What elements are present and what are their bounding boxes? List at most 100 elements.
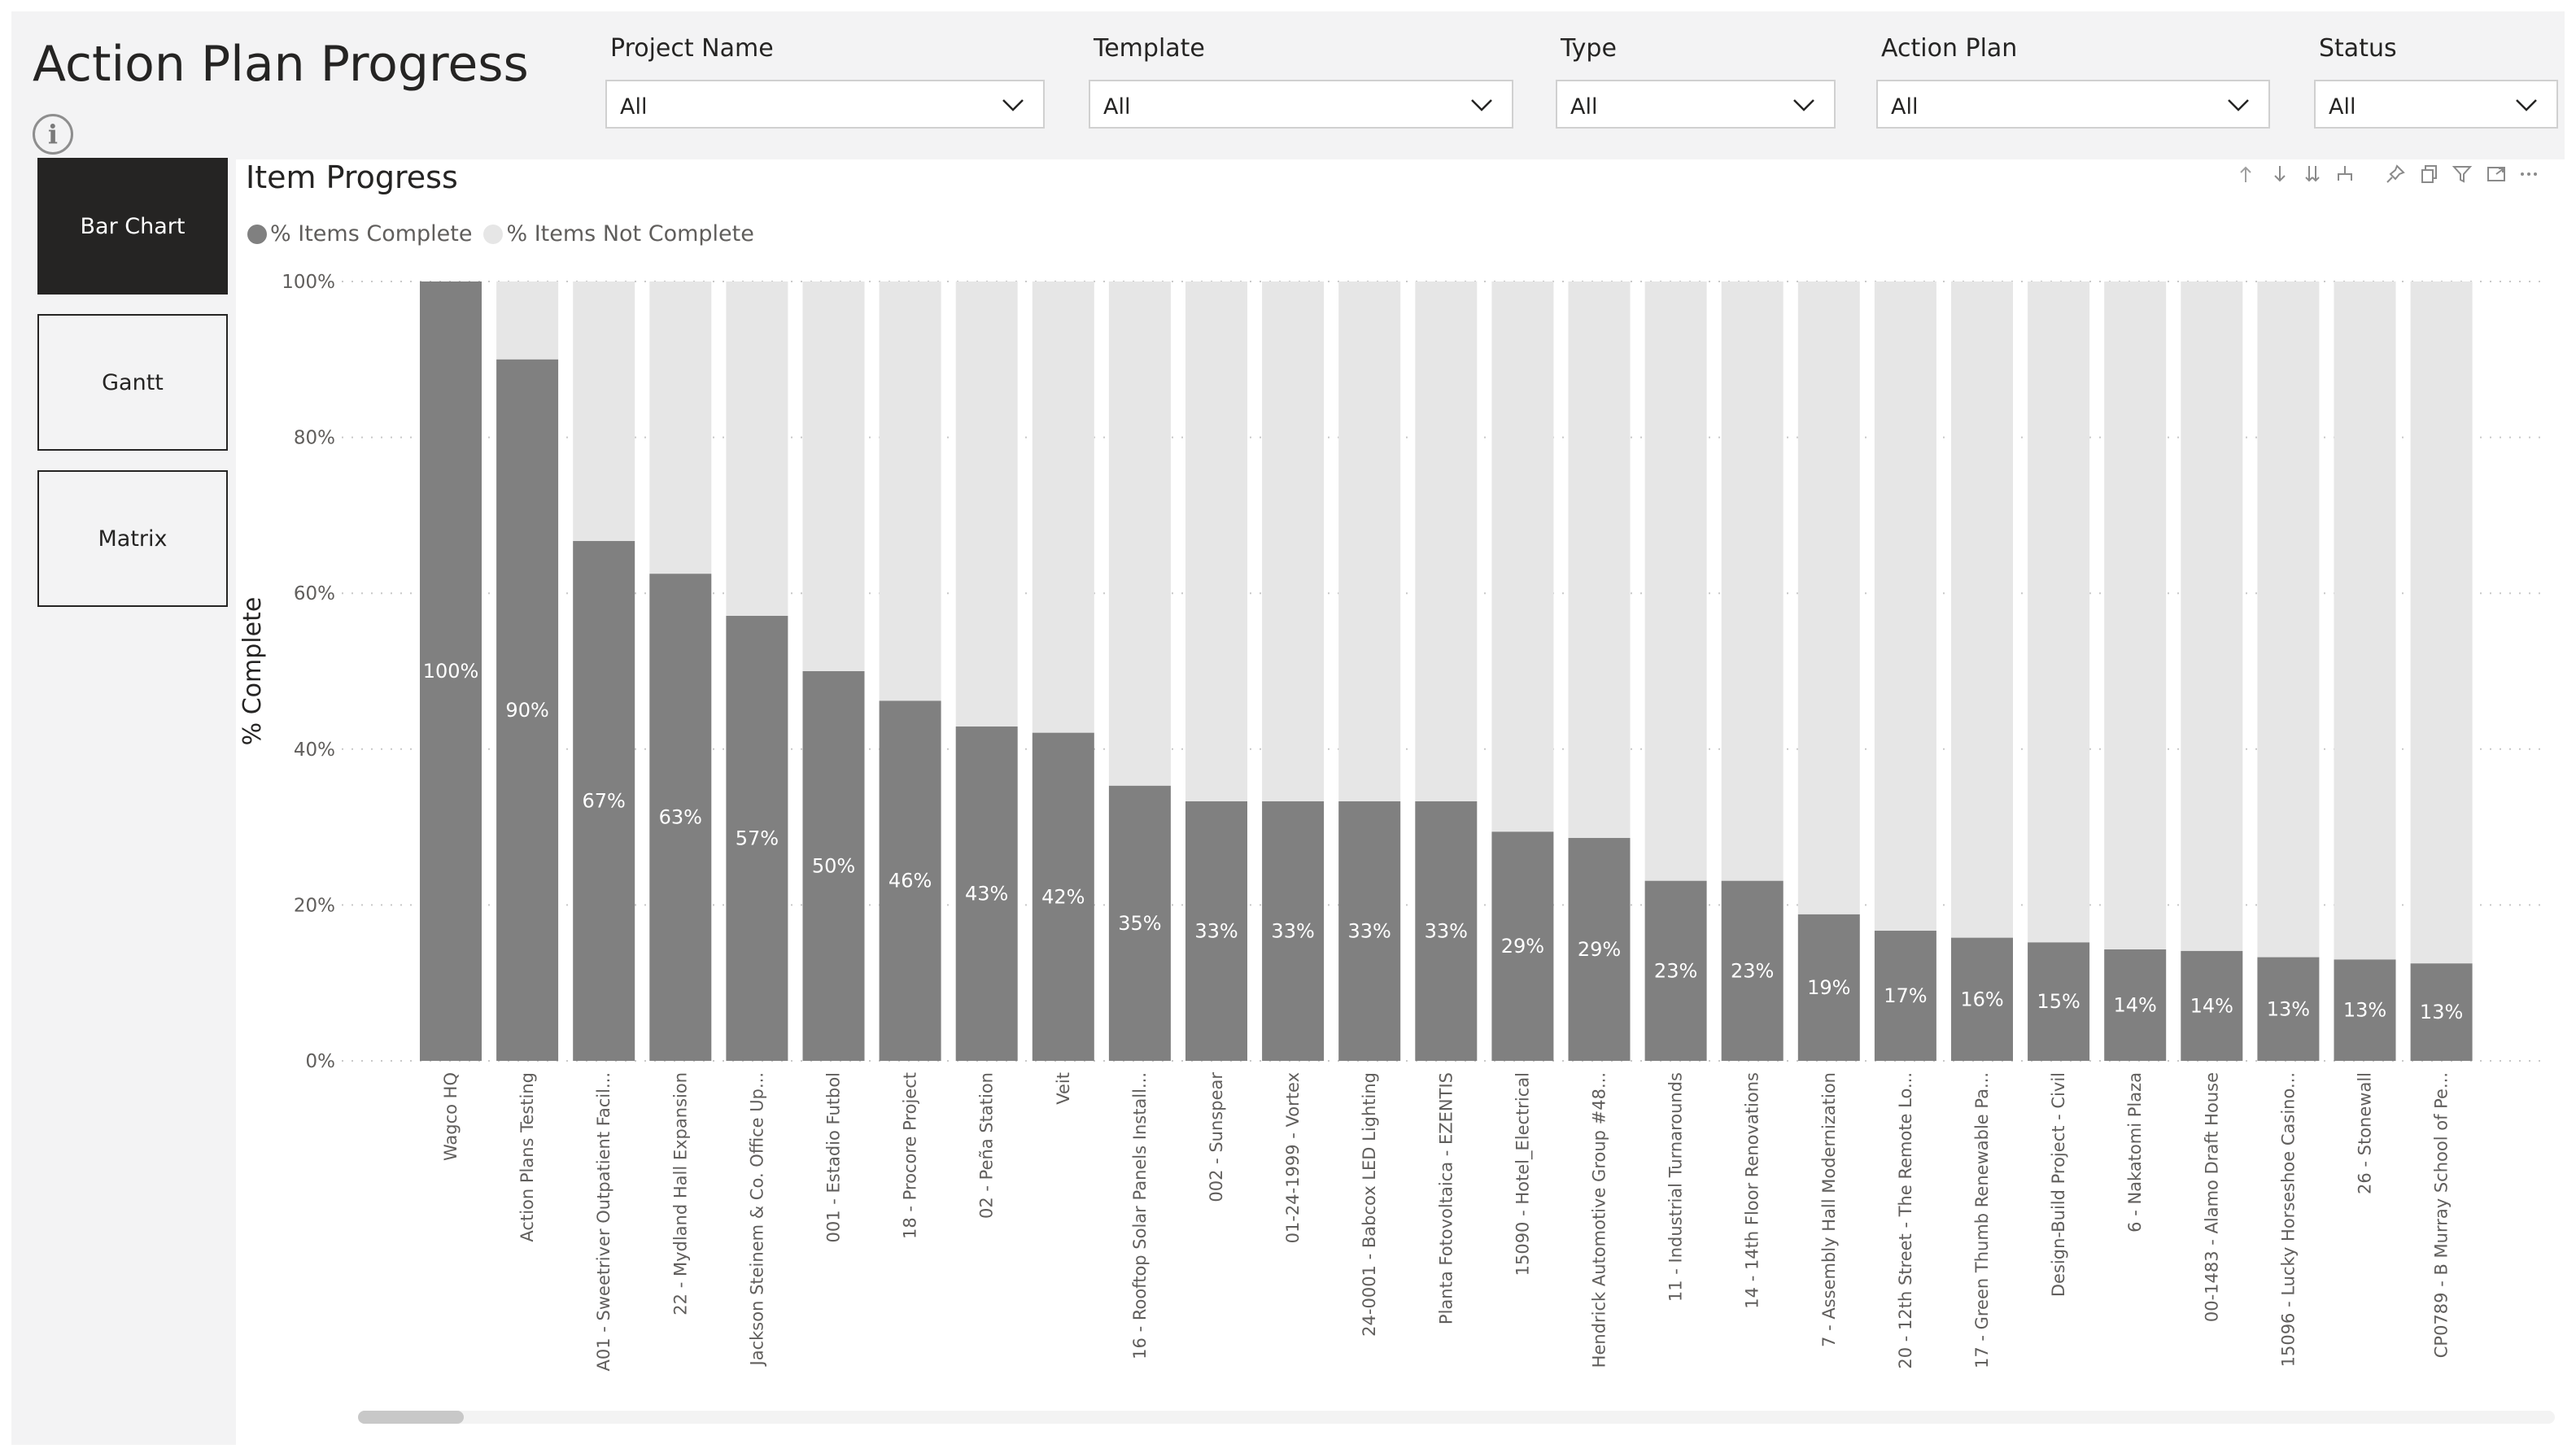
y-tick-label: 60% bbox=[294, 583, 335, 604]
x-tick-label: Veit bbox=[1054, 1072, 1073, 1105]
y-tick-label: 80% bbox=[294, 428, 335, 449]
item-progress-visual[interactable]: Item Progress % Items Complete % Items N… bbox=[236, 159, 2565, 1445]
x-tick-label: 6 - Nakatomi Plaza bbox=[2125, 1072, 2145, 1233]
bar-not-complete[interactable] bbox=[1721, 281, 1784, 881]
data-label: 42% bbox=[1041, 885, 1085, 908]
x-tick-label: Hendrick Automotive Group #48... bbox=[1590, 1072, 1609, 1368]
bar-not-complete[interactable] bbox=[1874, 281, 1936, 932]
data-label: 33% bbox=[1425, 919, 1468, 942]
data-label: 33% bbox=[1194, 919, 1238, 942]
data-label: 46% bbox=[889, 870, 932, 892]
x-tick-label: 001 - Estadio Futbol bbox=[824, 1072, 844, 1243]
action-plan-dropdown[interactable]: All bbox=[1876, 80, 2270, 129]
y-axis-title: % Complete bbox=[238, 597, 267, 746]
bar-not-complete[interactable] bbox=[2257, 281, 2320, 958]
slicer-value: All bbox=[1891, 94, 1919, 120]
x-tick-label: 16 - Rooftop Solar Panels Install... bbox=[1130, 1072, 1150, 1359]
chevron-down-icon bbox=[1793, 99, 1814, 111]
x-tick-label: 24-0001 - Babcox LED Lighting bbox=[1360, 1072, 1379, 1337]
data-label: 14% bbox=[2190, 994, 2233, 1017]
slicer-value: All bbox=[620, 94, 648, 120]
x-tick-label: Wagco HQ bbox=[441, 1072, 461, 1161]
slicer-action-plan: Action Plan All bbox=[1876, 34, 2270, 129]
slicer-value: All bbox=[1570, 94, 1598, 120]
bar-not-complete[interactable] bbox=[649, 281, 712, 574]
template-dropdown[interactable]: All bbox=[1089, 80, 1513, 129]
bar-chart-button[interactable]: Bar Chart bbox=[37, 158, 228, 295]
slicer-label: Project Name bbox=[610, 34, 774, 63]
bar-not-complete[interactable] bbox=[955, 281, 1018, 727]
bar-not-complete[interactable] bbox=[1108, 281, 1171, 786]
bar-not-complete[interactable] bbox=[1951, 281, 2013, 938]
y-tick-label: 20% bbox=[294, 895, 335, 916]
bar-not-complete[interactable] bbox=[2028, 281, 2090, 943]
bar-not-complete[interactable] bbox=[1491, 281, 1554, 832]
status-dropdown[interactable]: All bbox=[2314, 80, 2558, 129]
slicer-label: Status bbox=[2319, 34, 2397, 63]
chevron-down-icon bbox=[1002, 99, 1024, 111]
data-label: 13% bbox=[2420, 1001, 2463, 1023]
bar-not-complete[interactable] bbox=[802, 281, 865, 671]
data-label: 15% bbox=[2037, 990, 2080, 1013]
data-label: 35% bbox=[1118, 912, 1161, 935]
bar-not-complete[interactable] bbox=[1262, 281, 1325, 801]
slicer-label: Type bbox=[1561, 34, 1617, 63]
x-tick-label: 02 - Peña Station bbox=[977, 1072, 997, 1219]
x-tick-label: 002 - Sunspear bbox=[1207, 1072, 1226, 1202]
bar-not-complete[interactable] bbox=[2104, 281, 2167, 950]
data-label: 23% bbox=[1731, 959, 1774, 982]
bar-not-complete[interactable] bbox=[1644, 281, 1707, 881]
slicer-status: Status All bbox=[2314, 34, 2558, 129]
data-label: 13% bbox=[2267, 997, 2310, 1020]
slicer-value: All bbox=[1103, 94, 1131, 120]
x-tick-label: 15096 - Lucky Horseshoe Casino... bbox=[2278, 1072, 2298, 1367]
gantt-button[interactable]: Gantt bbox=[37, 314, 228, 451]
x-tick-label: 22 - Mydland Hall Expansion bbox=[670, 1072, 690, 1316]
chevron-down-icon bbox=[2228, 99, 2249, 111]
data-label: 50% bbox=[812, 855, 855, 878]
data-label: 16% bbox=[1960, 988, 2003, 1010]
x-tick-label: Design-Build Project - Civil bbox=[2049, 1072, 2068, 1297]
bar-not-complete[interactable] bbox=[496, 281, 559, 360]
project-name-dropdown[interactable]: All bbox=[605, 80, 1045, 129]
bar-not-complete[interactable] bbox=[1185, 281, 1247, 801]
bar-not-complete[interactable] bbox=[2181, 281, 2243, 951]
bar-not-complete[interactable] bbox=[1568, 281, 1631, 839]
x-tick-label: Jackson Steinem & Co. Office Up... bbox=[747, 1072, 766, 1367]
bar-not-complete[interactable] bbox=[1415, 281, 1478, 801]
x-tick-label: Planta Fotovoltaica - EZENTIS bbox=[1436, 1072, 1456, 1324]
bar-not-complete[interactable] bbox=[2410, 281, 2473, 964]
bar-not-complete[interactable] bbox=[2334, 281, 2396, 960]
slicer-project-name: Project Name All bbox=[605, 34, 1045, 129]
info-icon[interactable]: i bbox=[33, 114, 73, 155]
bar-not-complete[interactable] bbox=[573, 281, 635, 542]
bar-not-complete[interactable] bbox=[1797, 281, 1860, 914]
x-tick-label: 15090 - Hotel_Electrical bbox=[1513, 1072, 1533, 1276]
slicer-type: Type All bbox=[1556, 34, 1836, 129]
data-label: 23% bbox=[1654, 959, 1697, 982]
matrix-button[interactable]: Matrix bbox=[37, 470, 228, 607]
horizontal-scrollbar-track[interactable] bbox=[358, 1411, 2555, 1424]
x-tick-label: A01 - Sweetriver Outpatient Facil... bbox=[594, 1072, 613, 1371]
x-tick-label: 18 - Procore Project bbox=[901, 1072, 920, 1239]
bar-not-complete[interactable] bbox=[1032, 281, 1094, 733]
horizontal-scrollbar-thumb[interactable] bbox=[358, 1411, 464, 1424]
data-label: 29% bbox=[1578, 938, 1621, 961]
x-tick-label: 14 - 14th Floor Renovations bbox=[1743, 1072, 1762, 1309]
bar-not-complete[interactable] bbox=[1338, 281, 1401, 801]
data-label: 14% bbox=[2114, 994, 2157, 1017]
chevron-down-icon bbox=[2516, 99, 2537, 111]
x-tick-label: CP0789 - B Murray School of Pe... bbox=[2432, 1072, 2452, 1358]
x-tick-label: Action Plans Testing bbox=[517, 1072, 537, 1242]
type-dropdown[interactable]: All bbox=[1556, 80, 1836, 129]
bar-chart-svg: 0% 20% 40% 60% 80% 100% % Complete 100% Wagco HQ… bbox=[238, 272, 2547, 1371]
data-label: 33% bbox=[1348, 919, 1391, 942]
x-tick-label: 01-24-1999 - Vortex bbox=[1283, 1072, 1303, 1243]
bar-not-complete[interactable] bbox=[879, 281, 941, 701]
x-tick-label: 00-1483 - Alamo Draft House bbox=[2202, 1072, 2221, 1322]
bar-not-complete[interactable] bbox=[726, 281, 788, 616]
y-tick-label: 0% bbox=[306, 1051, 336, 1072]
data-label: 33% bbox=[1271, 919, 1314, 942]
chevron-down-icon bbox=[1471, 99, 1492, 111]
data-label: 13% bbox=[2343, 999, 2386, 1022]
